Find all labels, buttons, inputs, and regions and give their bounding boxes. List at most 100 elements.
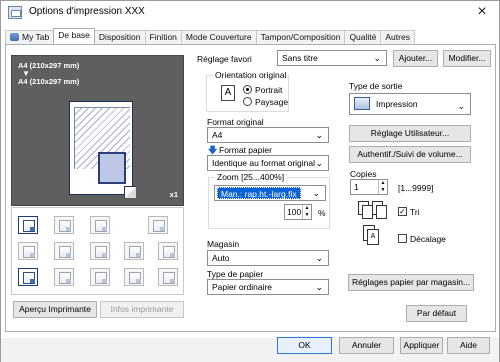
- staple-icon[interactable]: [18, 242, 38, 260]
- user-settings-button[interactable]: Réglage Utilisateur...: [349, 125, 471, 142]
- chevron-down-icon: ⌄: [457, 101, 465, 111]
- orientation-a-icon: A: [221, 85, 235, 101]
- tab-bar: My Tab De base Disposition Finition Mode…: [5, 28, 415, 45]
- portrait-radio[interactable]: [243, 85, 252, 94]
- tab-tampon-composition[interactable]: Tampon/Composition: [255, 30, 346, 44]
- ok-button[interactable]: OK: [277, 337, 332, 354]
- favorites-label: Réglage favori: [197, 54, 252, 64]
- chevron-down-icon: ⌄: [315, 282, 323, 292]
- tab-autres[interactable]: Autres: [380, 30, 415, 44]
- help-button[interactable]: Aide: [447, 337, 490, 354]
- offset-icon: A: [363, 225, 381, 247]
- paper-tray-value: Auto: [212, 253, 230, 263]
- portrait-label: Portrait: [255, 85, 283, 95]
- title-bar: Options d'impression XXX ×: [1, 1, 499, 25]
- tab-de-base[interactable]: De base: [53, 28, 95, 44]
- tab-label: My Tab: [22, 32, 50, 42]
- tab-finition[interactable]: Finition: [144, 30, 182, 44]
- copies-spinbox[interactable]: 1 ▲ ▼: [350, 179, 388, 195]
- copies-label: Copies: [350, 169, 377, 179]
- favorites-select[interactable]: Sans titre ⌄: [277, 50, 387, 66]
- tab-label: Mode Couverture: [185, 32, 252, 42]
- zoom-value: 100: [287, 207, 302, 217]
- zoom-group-title: Zoom [25...400%]: [215, 172, 287, 182]
- printer-icon: [8, 6, 22, 19]
- chevron-down-icon: ⌄: [373, 53, 381, 63]
- print-options-dialog: Options d'impression XXX × My Tab De bas…: [0, 0, 500, 362]
- tray-icon[interactable]: [18, 268, 38, 286]
- paper-size-value: Identique au format original: [212, 158, 316, 168]
- zoom-mode-select[interactable]: Man.: rap.ht.-larg.fix ⌄: [214, 185, 326, 201]
- paper-size-select[interactable]: Identique au format original ⌄: [207, 155, 329, 171]
- chevron-down-icon: ⌄: [315, 158, 323, 168]
- color-icon[interactable]: [158, 268, 178, 286]
- zoom-mode-value: Man.: rap.ht.-larg.fix: [217, 187, 301, 199]
- collate-label: Tri: [410, 207, 420, 217]
- paper-settings-by-tray-button[interactable]: Réglages papier par magasin...: [348, 274, 474, 291]
- landscape-radio[interactable]: [243, 97, 252, 106]
- orientation-group-title: Orientation original: [213, 70, 289, 80]
- user-icon[interactable]: [124, 268, 144, 286]
- paper-type-label: Type de papier: [207, 269, 264, 279]
- tab-mode-couverture[interactable]: Mode Couverture: [180, 30, 257, 44]
- original-size-value: A4: [212, 130, 223, 140]
- paper-type-select[interactable]: Papier ordinaire ⌄: [207, 279, 329, 295]
- security-icon[interactable]: [90, 268, 110, 286]
- tab-label: De base: [58, 30, 90, 40]
- paper-tray-label: Magasin: [207, 239, 240, 249]
- paper-tray-select[interactable]: Auto ⌄: [207, 250, 329, 266]
- apply-button[interactable]: Appliquer: [400, 337, 443, 354]
- spinner-arrows-icon[interactable]: ▲ ▼: [302, 205, 311, 219]
- offset-checkbox[interactable]: [398, 234, 407, 243]
- original-size-select[interactable]: A4 ⌄: [207, 127, 329, 143]
- zoom-value-spinbox[interactable]: 100 ▲ ▼: [284, 204, 312, 220]
- copies-value: 1: [354, 182, 359, 192]
- original-size-label: Format original: [207, 117, 264, 127]
- combine-icon[interactable]: [90, 216, 110, 234]
- paper-type-value: Papier ordinaire: [212, 282, 273, 292]
- image-block: [98, 152, 126, 184]
- tab-my-tab[interactable]: My Tab: [5, 30, 55, 44]
- duplex-icon[interactable]: [54, 216, 74, 234]
- output-type-select[interactable]: Impression ⌄: [349, 93, 471, 115]
- printer-preview-button[interactable]: Aperçu Imprimante: [13, 301, 97, 318]
- collate-icon: [358, 201, 387, 220]
- authentication-button[interactable]: Authentif./Suivi de volume...: [349, 146, 471, 163]
- window-title: Options d'impression XXX: [29, 6, 145, 17]
- chevron-down-icon: ⌄: [315, 253, 323, 263]
- output-type-value: Impression: [376, 99, 418, 109]
- tab-label: Autres: [385, 32, 410, 42]
- spinner-arrows-icon[interactable]: ▲ ▼: [378, 180, 387, 194]
- collate-checkbox[interactable]: ✓: [398, 207, 407, 216]
- copies-range: [1...9999]: [398, 183, 434, 193]
- default-button[interactable]: Par défaut: [406, 305, 467, 322]
- tab-qualite[interactable]: Qualité: [344, 30, 382, 44]
- favorites-value: Sans titre: [282, 53, 318, 63]
- print-output-icon: [354, 97, 370, 110]
- offset-label: Décalage: [410, 234, 446, 244]
- cancel-button[interactable]: Annuler: [339, 337, 394, 354]
- chevron-down-icon: ⌄: [315, 130, 323, 140]
- zoom-unit: %: [318, 208, 326, 218]
- booklet-icon[interactable]: [90, 242, 110, 260]
- chevron-down-icon: ⌄: [312, 188, 320, 198]
- cover-icon[interactable]: [124, 242, 144, 260]
- landscape-label: Paysage: [255, 97, 289, 107]
- my-tab-icon: [10, 33, 19, 41]
- tab-label: Finition: [149, 32, 177, 42]
- output-print-icon[interactable]: [18, 216, 38, 234]
- stamp-icon[interactable]: [54, 268, 74, 286]
- fold-icon[interactable]: [158, 242, 178, 260]
- punch-icon[interactable]: [54, 242, 74, 260]
- printer-info-button: Infos imprimante: [100, 301, 184, 318]
- tab-label: Tampon/Composition: [260, 32, 341, 42]
- rotate-icon[interactable]: [148, 216, 168, 234]
- tab-disposition[interactable]: Disposition: [93, 30, 146, 44]
- modify-button[interactable]: Modifier...: [443, 50, 491, 67]
- close-button[interactable]: ×: [473, 3, 491, 21]
- copies-badge: x1: [169, 190, 178, 199]
- add-button[interactable]: Ajouter...: [393, 50, 438, 67]
- tab-label: Qualité: [349, 32, 377, 42]
- preview-size-bottom: A4 (210x297 mm): [18, 77, 80, 86]
- tab-label: Disposition: [98, 32, 141, 42]
